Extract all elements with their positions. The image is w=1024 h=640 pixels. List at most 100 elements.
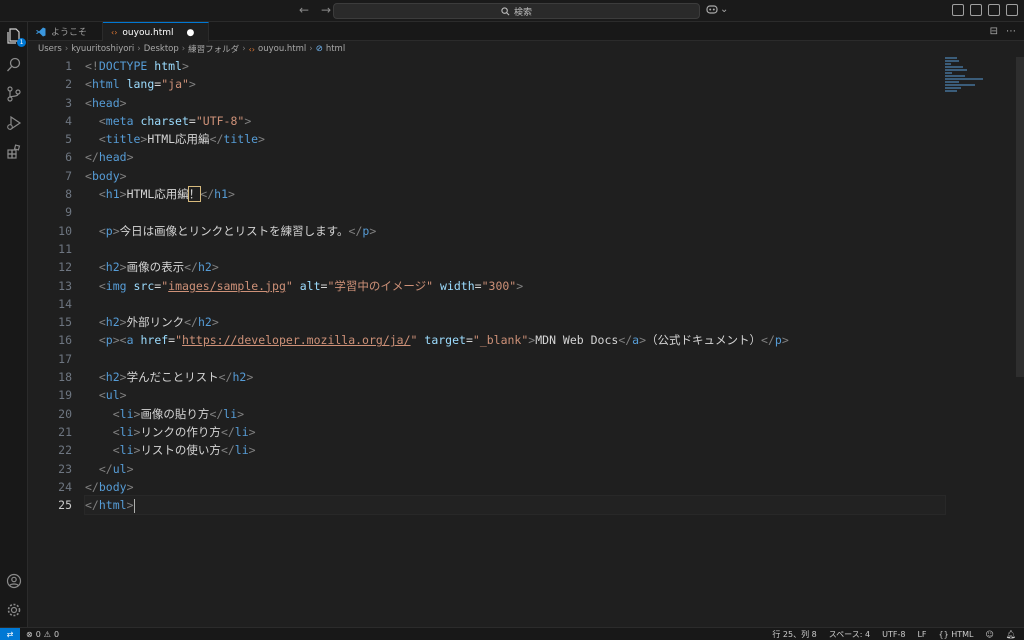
code-editor[interactable]: 1 2 3 4 5 6 7 8 9 10 11 12 13 14 15 16 1… xyxy=(28,57,1024,627)
indentation[interactable]: スペース: 4 xyxy=(829,629,870,640)
toggle-panel-icon[interactable] xyxy=(988,4,1000,16)
remote-indicator[interactable]: ⇄ xyxy=(0,628,20,640)
code-line[interactable] xyxy=(85,203,945,221)
toggle-sidebar-icon[interactable] xyxy=(970,4,982,16)
code-line[interactable]: <meta charset="UTF-8"> xyxy=(85,112,945,130)
code-lines[interactable]: <!DOCTYPE html> <html lang="ja"> <head> … xyxy=(84,57,946,516)
code-line[interactable]: <p>今日は画像とリンクとリストを練習します。</p> xyxy=(85,222,945,240)
breadcrumb-item[interactable]: kyuuritoshiyori xyxy=(71,44,134,54)
code-line[interactable]: <li>リストの使い方</li> xyxy=(85,441,945,459)
line-number: 19 xyxy=(58,388,72,403)
token-tag: h2 xyxy=(197,260,212,275)
breadcrumb-item[interactable]: Desktop xyxy=(144,44,179,54)
token-value: "学習中のイメージ" xyxy=(327,278,434,293)
code-line[interactable]: </ul> xyxy=(85,460,945,478)
chevron-right-icon: › xyxy=(137,44,141,54)
code-line[interactable]: <li>画像の貼り方</li> xyxy=(85,405,945,423)
code-line[interactable]: </head> xyxy=(85,148,945,166)
token-tag: li xyxy=(119,424,134,439)
layout-icon[interactable] xyxy=(952,4,964,16)
minimap[interactable] xyxy=(945,57,1015,97)
cursor-position[interactable]: 行 25、列 8 xyxy=(772,629,816,640)
explorer-badge: 1 xyxy=(17,38,26,47)
code-line[interactable]: <title>HTML応用編</title> xyxy=(85,130,945,148)
code-line[interactable]: <html lang="ja"> xyxy=(85,75,945,93)
code-line[interactable]: <body> xyxy=(85,167,945,185)
account-icon[interactable] xyxy=(4,571,24,591)
tab-ouyou-html[interactable]: ‹› ouyou.html ● xyxy=(103,22,209,42)
line-number: 21 xyxy=(58,424,72,439)
language-mode[interactable]: {} HTML xyxy=(939,630,974,639)
chevron-right-icon: › xyxy=(309,44,313,54)
breadcrumb-item[interactable]: Users xyxy=(38,44,62,54)
settings-gear-icon[interactable] xyxy=(4,600,24,620)
line-number: 23 xyxy=(58,461,72,476)
token-link-value[interactable]: https://developer.mozilla.org/ja/ xyxy=(182,333,410,347)
layout-controls xyxy=(952,4,1018,16)
line-number: 17 xyxy=(58,351,72,366)
code-line[interactable] xyxy=(85,295,945,313)
token-attr: width xyxy=(440,278,475,293)
line-number: 24 xyxy=(58,479,72,494)
more-actions-icon[interactable]: ⋯ xyxy=(1006,26,1016,37)
breadcrumb-item[interactable]: ouyou.html xyxy=(258,44,306,54)
code-line[interactable]: <h2>外部リンク</h2> xyxy=(85,313,945,331)
line-number: 8 xyxy=(65,187,72,202)
code-line[interactable]: </body> xyxy=(85,478,945,496)
chevron-down-icon: ⌄ xyxy=(720,4,729,15)
token-attr: charset xyxy=(140,113,189,128)
minimap-line xyxy=(945,75,965,77)
status-right: 行 25、列 8 スペース: 4 UTF-8 LF {} HTML ☺ 🔔︎ xyxy=(772,628,1016,640)
breadcrumb-item[interactable]: 練習フォルダ xyxy=(188,43,239,55)
end-of-line[interactable]: LF xyxy=(917,630,926,639)
arrow-left-icon[interactable]: ← xyxy=(296,3,312,17)
token-tag: body xyxy=(98,479,127,494)
token-attr: alt xyxy=(299,278,321,293)
run-debug-icon[interactable] xyxy=(4,113,24,133)
extensions-icon[interactable] xyxy=(4,142,24,162)
code-line[interactable]: <!DOCTYPE html> xyxy=(85,57,945,75)
breadcrumb-item[interactable]: html xyxy=(326,44,345,54)
chevron-right-icon: › xyxy=(64,44,69,54)
symbol-icon: ⊘ xyxy=(315,44,323,54)
search-icon[interactable] xyxy=(4,55,24,75)
line-number: 7 xyxy=(65,168,72,183)
code-line[interactable]: <h2>画像の表示</h2> xyxy=(85,258,945,276)
code-line[interactable]: <img src="images/sample.jpg" alt="学習中のイメ… xyxy=(85,277,945,295)
modified-dot-icon[interactable]: ● xyxy=(187,28,195,38)
minimap-line xyxy=(945,90,957,92)
tab-welcome[interactable]: ようこそ xyxy=(28,22,103,41)
code-line[interactable]: <ul> xyxy=(85,386,945,404)
source-control-icon[interactable] xyxy=(4,84,24,104)
token-tag: h1 xyxy=(214,187,229,202)
code-line[interactable]: <h2>学んだことリスト</h2> xyxy=(85,368,945,386)
token-link-value[interactable]: images/sample.jpg xyxy=(168,279,286,293)
code-line[interactable]: <li>リンクの作り方</li> xyxy=(85,423,945,441)
code-line[interactable]: <p><a href="https://developer.mozilla.or… xyxy=(85,331,945,349)
split-editor-icon[interactable]: ⊟ xyxy=(990,26,998,37)
line-number: 14 xyxy=(58,296,72,311)
copilot-icon[interactable]: ☺ xyxy=(986,630,994,639)
explorer-icon[interactable]: 1 xyxy=(4,26,26,47)
toggle-secondary-sidebar-icon[interactable] xyxy=(1006,4,1018,16)
vscode-logo-icon xyxy=(36,27,46,36)
bell-icon[interactable]: 🔔︎ xyxy=(1006,630,1016,639)
token-tag: a xyxy=(126,333,134,348)
code-line-current[interactable]: </html> xyxy=(84,495,946,516)
command-center-search[interactable]: 検索 xyxy=(333,3,700,19)
braces-icon: {} xyxy=(938,630,949,639)
error-count: 0 xyxy=(35,630,41,639)
encoding[interactable]: UTF-8 xyxy=(882,630,905,639)
code-line[interactable]: <head> xyxy=(85,94,945,112)
arrow-right-icon[interactable]: → xyxy=(318,3,334,17)
line-number: 10 xyxy=(58,223,72,238)
vertical-scrollbar[interactable] xyxy=(1016,57,1024,377)
code-line[interactable]: <h1>HTML応用編！</h1> xyxy=(85,185,945,203)
problems-indicator[interactable]: ⊗ 0 ⚠ 0 xyxy=(26,628,59,640)
activity-bar: 1 xyxy=(0,22,28,627)
code-line[interactable] xyxy=(85,240,945,258)
copilot-menu[interactable]: ⌄ xyxy=(706,4,728,15)
token-value: "UTF-8" xyxy=(195,113,245,128)
code-line[interactable] xyxy=(85,350,945,368)
token-tag: h2 xyxy=(105,315,120,330)
